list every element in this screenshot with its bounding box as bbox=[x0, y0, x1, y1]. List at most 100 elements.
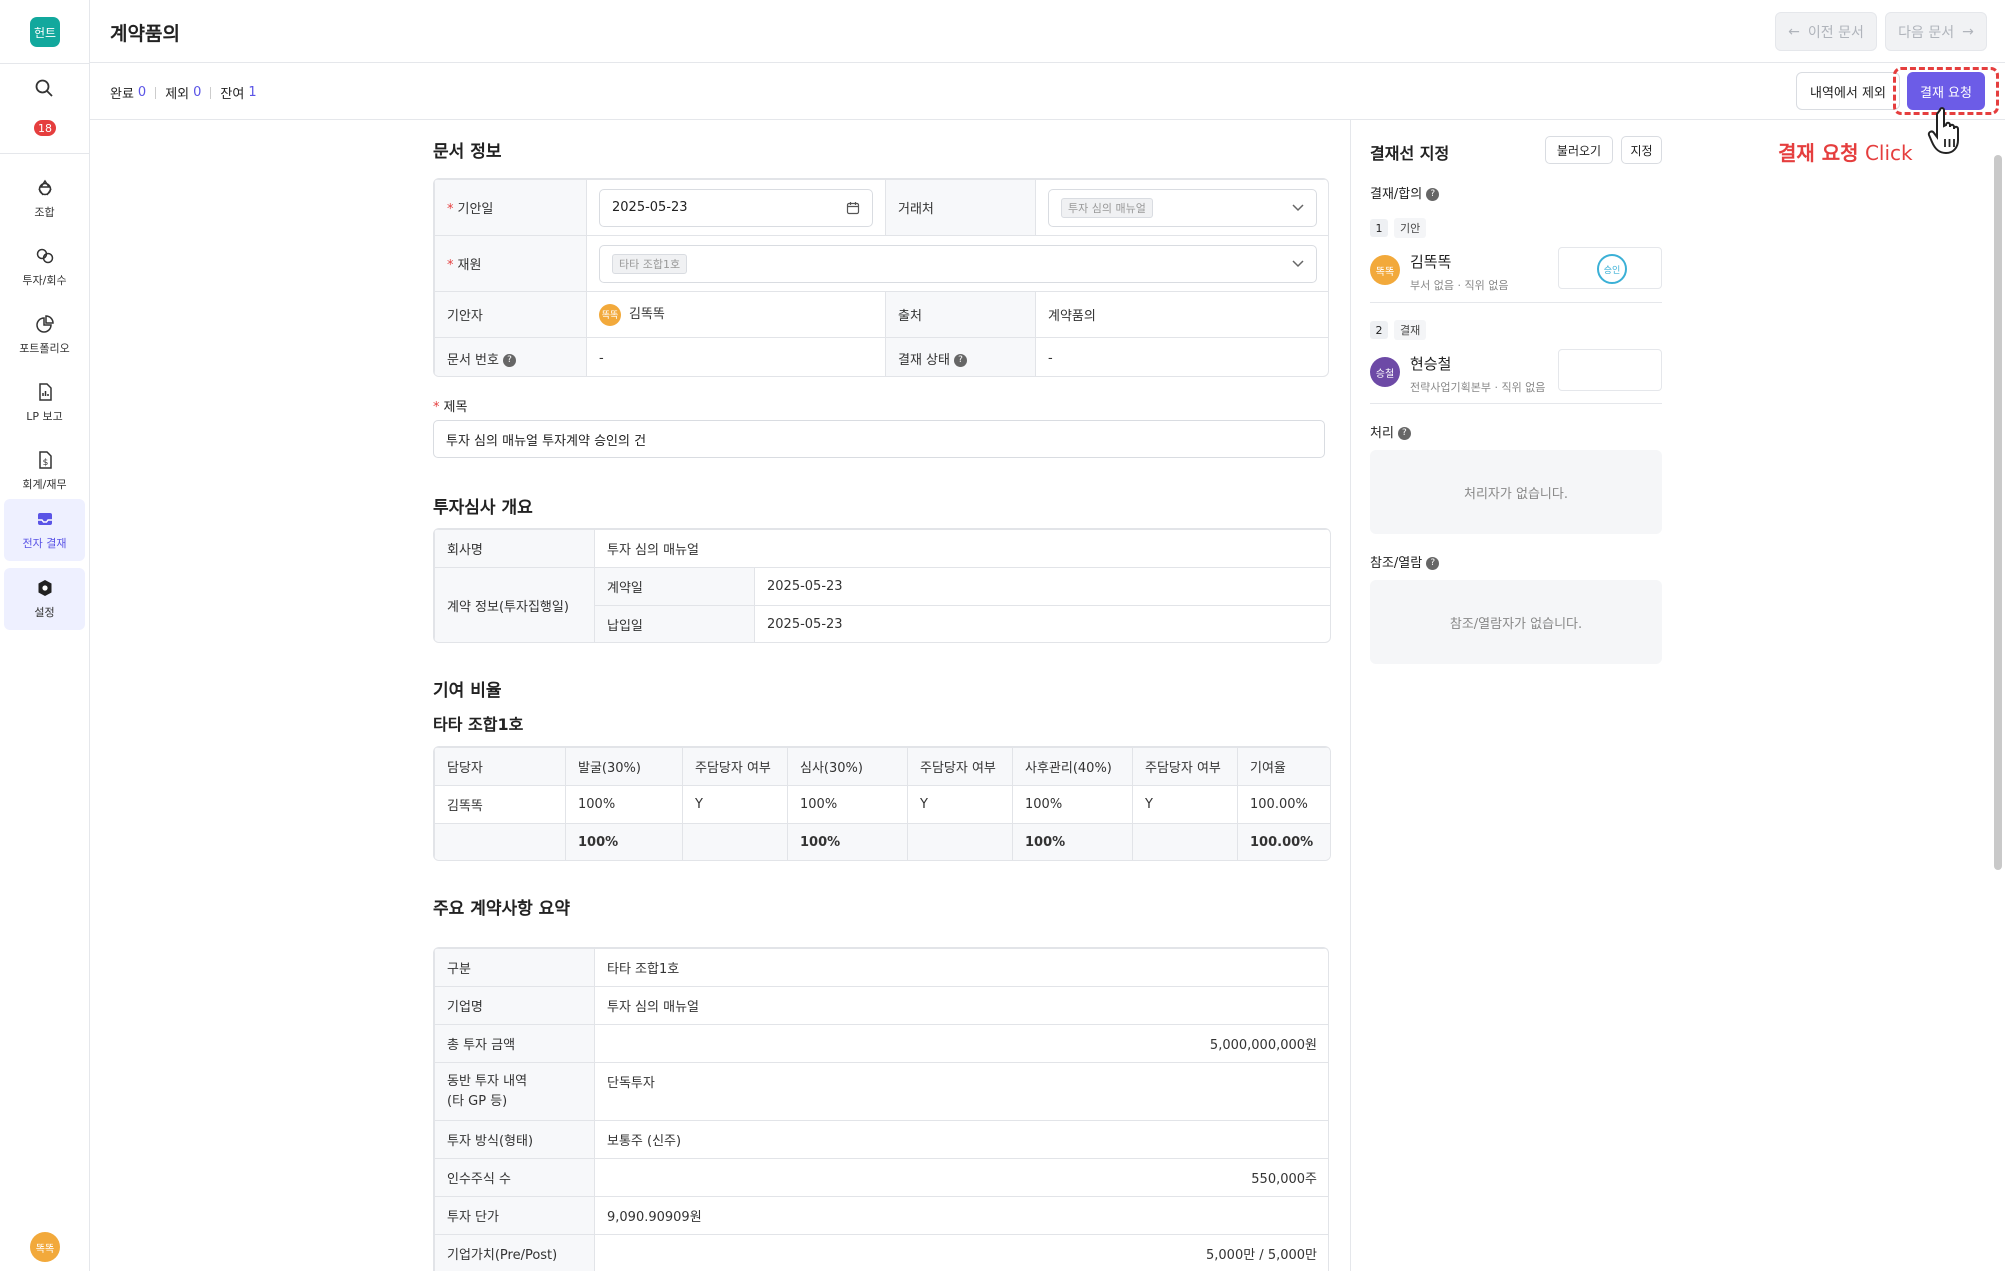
remaining-count: 1 bbox=[248, 85, 257, 100]
step-number: 1 bbox=[1370, 219, 1388, 237]
sidebar-item-portfolio[interactable]: 포트폴리오 bbox=[4, 304, 85, 366]
table-row: 기업명 투자 심의 매뉴얼 bbox=[434, 986, 1328, 1025]
table-total-row: 100% 100% 100% 100.00% bbox=[434, 823, 1330, 860]
approval-line-label-text: 결재/합의 bbox=[1370, 187, 1423, 202]
client-select[interactable]: 투자 심의 매뉴얼 bbox=[1048, 188, 1317, 227]
total-cell bbox=[682, 823, 788, 860]
docno-label: 문서 번호 bbox=[447, 352, 499, 368]
total-cell bbox=[907, 823, 1013, 860]
summary-label: 투자 방식(형태) bbox=[434, 1120, 595, 1159]
table-cell: 100% bbox=[787, 785, 908, 824]
fund-cell: 타타 조합1호 bbox=[586, 235, 1328, 292]
table-row: 총 투자 금액 5,000,000,000원 bbox=[434, 1024, 1328, 1063]
date-input[interactable]: 2025-05-23 bbox=[599, 188, 873, 227]
recycle-icon bbox=[37, 179, 52, 196]
sidebar-item-e-approval[interactable]: 전자 결재 bbox=[4, 499, 85, 561]
column-header: 심사(30%) bbox=[787, 747, 908, 786]
sidebar-item-investment[interactable]: 투자/회수 bbox=[4, 236, 85, 298]
pay-date-label: 납입일 bbox=[607, 619, 643, 634]
reference-empty-box: 참조/열람자가 없습니다. bbox=[1370, 580, 1662, 664]
table-cell: 100% bbox=[1012, 785, 1133, 824]
table-row: 구분 타타 조합1호 bbox=[434, 948, 1328, 987]
doc-info-table: * 기안일 2025-05-23 거래처 투자 심의 매뉴얼 * 재원 타타 조합1… bbox=[433, 178, 1329, 377]
sidebar-item-settings[interactable]: 설정 bbox=[4, 568, 85, 630]
done-count: 0 bbox=[137, 85, 147, 100]
docno-value: - bbox=[599, 350, 604, 366]
drafter-label: 기안자 bbox=[447, 309, 483, 324]
column-header: 기여율 bbox=[1237, 747, 1330, 786]
approved-stamp: 승인 bbox=[1597, 254, 1627, 284]
status-bar: 완료 0 제외 0 잔여 1 bbox=[90, 63, 2005, 120]
divider bbox=[1370, 403, 1662, 404]
section-title-doc-info: 문서 정보 bbox=[433, 142, 502, 162]
table-cell: Y bbox=[907, 785, 1013, 824]
sidebar-item-label: 설정 bbox=[34, 606, 55, 619]
subject-input[interactable]: 투자 심의 매뉴얼 투자계약 승인의 건 bbox=[433, 420, 1325, 458]
contract-date-label-cell: 계약일 bbox=[594, 567, 755, 606]
client-chip: 투자 심의 매뉴얼 bbox=[1061, 197, 1153, 218]
column-header: 발굴(30%) bbox=[565, 747, 683, 786]
reference-label: 참조/열람? bbox=[1370, 552, 1440, 571]
step-number: 2 bbox=[1370, 321, 1388, 339]
approval-line-title: 결재선 지정 bbox=[1370, 144, 1450, 163]
drafter-avatar: 똑똑 bbox=[599, 303, 621, 326]
search-icon[interactable] bbox=[34, 78, 54, 98]
summary-label: 기업가치(Pre/Post) bbox=[434, 1234, 595, 1271]
divider bbox=[155, 86, 157, 99]
source-label: 출처 bbox=[898, 309, 922, 324]
sidebar-item-accounting[interactable]: $ 회계/재무 bbox=[4, 440, 85, 502]
prev-document-button[interactable]: ← 이전 문서 bbox=[1775, 12, 1877, 51]
app-logo[interactable]: 헌트 bbox=[30, 17, 60, 47]
sidebar-item-fund[interactable]: 조합 bbox=[4, 168, 85, 230]
assign-approval-line-button[interactable]: 지정 bbox=[1621, 136, 1662, 164]
table-row: 인수주식 수 550,000주 bbox=[434, 1158, 1328, 1197]
fund-select[interactable]: 타타 조합1호 bbox=[599, 244, 1317, 283]
company-value: 투자 심의 매뉴얼 bbox=[607, 543, 699, 558]
total-cell: 100% bbox=[565, 823, 683, 860]
help-icon[interactable]: ? bbox=[502, 353, 516, 367]
svg-text:$: $ bbox=[42, 458, 48, 468]
exclude-from-list-button[interactable]: 내역에서 제외 bbox=[1796, 72, 1900, 110]
help-icon[interactable]: ? bbox=[1397, 427, 1411, 440]
contract-date-value: 2025-05-23 bbox=[767, 579, 843, 594]
overview-table: 회사명 투자 심의 매뉴얼 계약 정보(투자집행일) 계약일 2025-05-2… bbox=[433, 528, 1331, 643]
user-avatar[interactable]: 똑똑 bbox=[30, 1232, 60, 1262]
sidebar-item-label: 회계/재무 bbox=[22, 478, 67, 491]
contract-date-cell: 2025-05-23 bbox=[754, 567, 1330, 606]
remaining-label: 잔여 bbox=[220, 87, 245, 102]
sidebar-item-lp-report[interactable]: LP 보고 bbox=[4, 372, 85, 434]
approver-item[interactable]: 승철 현승철 전략사업기획본부 · 직위 없음 bbox=[1370, 345, 1662, 409]
process-empty-box: 처리자가 없습니다. bbox=[1370, 450, 1662, 534]
total-cell: 100% bbox=[1012, 823, 1133, 860]
pay-date-value: 2025-05-23 bbox=[767, 617, 843, 632]
table-cell: 김똑똑 bbox=[434, 785, 566, 824]
summary-label: 기업명 bbox=[434, 986, 595, 1025]
approver-info: 부서 없음 · 직위 없음 bbox=[1410, 279, 1509, 292]
notification-badge[interactable]: 18 bbox=[34, 120, 56, 136]
approver-item[interactable]: 똑똑 김똑똑 부서 없음 · 직위 없음 승인 bbox=[1370, 243, 1662, 307]
load-approval-line-button[interactable]: 불러오기 bbox=[1545, 136, 1613, 164]
help-icon[interactable]: ? bbox=[953, 353, 967, 367]
status-cell: - bbox=[1035, 337, 1328, 376]
scrollbar[interactable] bbox=[1994, 155, 2002, 870]
approver-name: 김똑똑 bbox=[1410, 253, 1452, 271]
column-header: 담당자 bbox=[434, 747, 566, 786]
divider bbox=[210, 86, 212, 99]
docno-cell: - bbox=[586, 337, 886, 376]
calendar-icon bbox=[846, 201, 860, 214]
help-icon[interactable]: ? bbox=[1426, 557, 1440, 570]
status-label-cell: 결재 상태? bbox=[885, 337, 1036, 376]
process-label-text: 처리 bbox=[1370, 426, 1394, 441]
exchange-icon bbox=[36, 248, 53, 264]
prev-document-label: 이전 문서 bbox=[1807, 24, 1864, 41]
client-label: 거래처 bbox=[898, 202, 934, 217]
total-cell bbox=[434, 823, 566, 860]
column-header: 주담당자 여부 bbox=[907, 747, 1013, 786]
help-icon[interactable]: ? bbox=[1426, 188, 1440, 201]
hand-cursor-icon bbox=[1927, 107, 1959, 155]
drafter-cell: 똑똑 김똑똑 bbox=[586, 291, 886, 338]
next-document-button[interactable]: 다음 문서 → bbox=[1885, 12, 1987, 51]
click-hint: 결재 요청 Click bbox=[1778, 137, 1913, 166]
header: 계약품의 ← 이전 문서 다음 문서 → bbox=[90, 0, 2005, 63]
fund-chip: 타타 조합1호 bbox=[612, 253, 688, 274]
